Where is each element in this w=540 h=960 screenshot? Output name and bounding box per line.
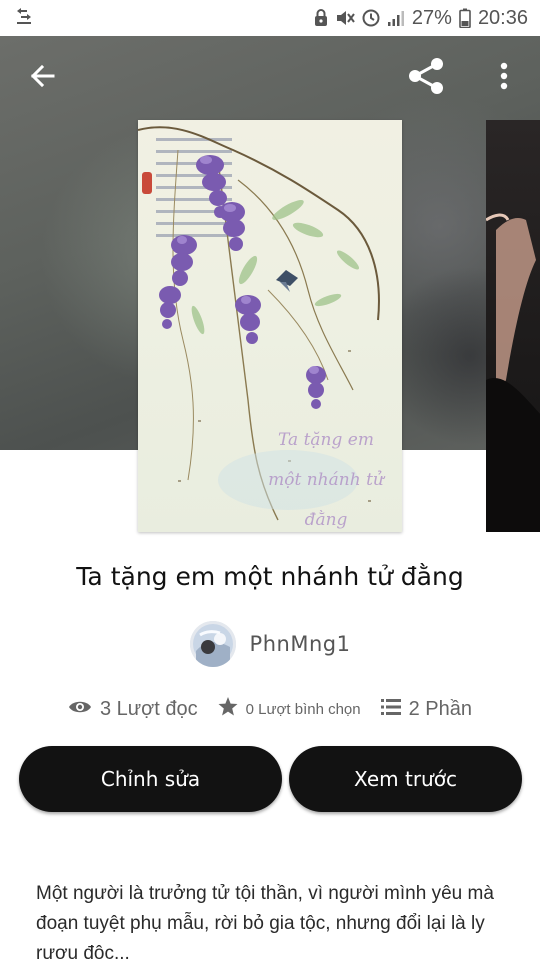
share-icon xyxy=(407,57,445,100)
back-button[interactable] xyxy=(20,56,64,100)
author-row[interactable]: PhnMng1 xyxy=(0,620,540,668)
more-vert-icon xyxy=(500,62,508,95)
parts-count: 2 Phần xyxy=(408,697,473,720)
story-description: Một người là trưởng tử tội thần, vì ngườ… xyxy=(36,883,494,960)
back-arrow-icon xyxy=(28,62,56,95)
battery-percent: 27% xyxy=(411,6,452,29)
cover-title-line: một nhánh tử xyxy=(268,470,384,490)
cover-title-line: đằng xyxy=(304,510,348,530)
alarm-lock-icon xyxy=(314,9,328,27)
author-avatar[interactable] xyxy=(189,621,236,667)
next-cover-illustration xyxy=(486,213,540,532)
star-icon xyxy=(218,697,238,721)
votes-count: 0 Lượt bình chọn xyxy=(245,700,361,718)
parts-stat: 2 Phần xyxy=(380,697,473,721)
clock-icon xyxy=(362,9,380,27)
list-icon xyxy=(380,698,401,721)
more-options-button[interactable] xyxy=(482,56,526,100)
download-sync-icon xyxy=(14,6,34,31)
story-stats: 3 Lượt đọc 0 Lượt bình chọn 2 Phần xyxy=(0,692,540,726)
battery-icon xyxy=(459,8,471,28)
status-time: 20:36 xyxy=(477,6,528,29)
author-name[interactable]: PhnMng1 xyxy=(250,632,351,656)
cover-title-line: Ta tặng em xyxy=(278,430,374,450)
story-title: Ta tặng em một nhánh tử đằng xyxy=(76,562,464,591)
eye-icon xyxy=(68,699,92,720)
preview-button[interactable]: Xem trước xyxy=(289,746,522,812)
mute-icon xyxy=(335,9,355,27)
votes-stat: 0 Lượt bình chọn xyxy=(218,697,361,721)
book-cover[interactable]: Ta tặng em một nhánh tử đằng xyxy=(138,120,402,532)
cover-title-text: Ta tặng em một nhánh tử đằng xyxy=(256,420,396,532)
next-book-cover[interactable] xyxy=(486,120,540,532)
edit-button[interactable]: Chỉnh sửa xyxy=(19,746,282,812)
share-button[interactable] xyxy=(404,56,448,100)
reads-count: 3 Lượt đọc xyxy=(99,697,198,720)
status-bar: 27% 20:36 xyxy=(0,0,540,36)
signal-icon xyxy=(387,9,405,27)
reads-stat: 3 Lượt đọc xyxy=(68,698,198,721)
